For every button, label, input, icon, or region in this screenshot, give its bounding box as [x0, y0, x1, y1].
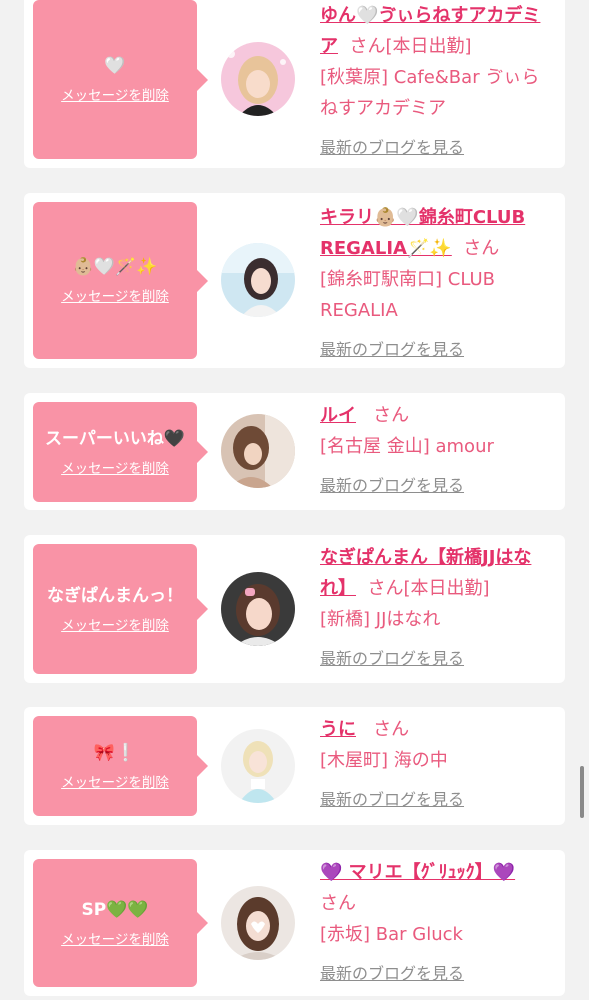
favorite-card: なぎぱんまんっ！ メッセージを削除 なぎぱんまん【新橋JJはなれ】 さん[本日出…: [24, 535, 565, 683]
favorite-info: 💜 マリエ【ｸﾞﾘｭｯｸ】💜 さん [赤坂] Bar Gluck 最新のブログを…: [320, 857, 552, 989]
shop-info: [木屋町] 海の中: [320, 750, 448, 771]
avatar[interactable]: [221, 414, 295, 488]
avatar[interactable]: [221, 886, 295, 960]
scrollbar[interactable]: [580, 766, 584, 818]
latest-blog-link[interactable]: 最新のブログを見る: [320, 339, 464, 361]
honorific: さん: [373, 405, 410, 426]
favorite-info: ゆん🤍ゔぃらねすアカデミア さん[本日出勤] [秋葉原] Cafe&Bar ゔぃ…: [320, 0, 552, 163]
favorite-info: なぎぱんまん【新橋JJはなれ】 さん[本日出勤] [新橋] JJはなれ 最新のブ…: [320, 542, 552, 674]
favorite-card: 🤍 メッセージを削除 ゆん🤍ゔぃらねすアカデミア さん[本日出勤] [秋葉原] …: [24, 0, 565, 168]
latest-blog-link[interactable]: 最新のブログを見る: [320, 475, 464, 497]
message-text: 🤍: [104, 56, 126, 76]
delete-message-link[interactable]: メッセージを削除: [61, 84, 169, 104]
shop-info: [赤坂] Bar Gluck: [320, 924, 463, 945]
message-text: スーパーいいね🖤: [45, 428, 185, 449]
latest-blog-link[interactable]: 最新のブログを見る: [320, 137, 464, 159]
favorite-info: うに さん [木屋町] 海の中 最新のブログを見る: [320, 714, 552, 815]
honorific: さん: [373, 719, 410, 740]
shop-info: [名古屋 金山] amour: [320, 436, 494, 457]
honorific: さん: [463, 238, 500, 259]
avatar[interactable]: [221, 572, 295, 646]
status-text: [本日出勤]: [403, 578, 490, 599]
delete-message-link[interactable]: メッセージを削除: [61, 457, 169, 477]
delete-message-link[interactable]: メッセージを削除: [61, 614, 169, 634]
avatar[interactable]: [221, 42, 295, 116]
delete-message-link[interactable]: メッセージを削除: [61, 928, 169, 948]
favorite-card: SP💚💚 メッセージを削除 💜 マリエ【ｸﾞﾘｭｯｸ】💜 さん [赤坂] Bar…: [24, 850, 565, 996]
honorific: さん: [320, 893, 356, 914]
message-text: SP💚💚: [81, 899, 149, 920]
girl-name-link[interactable]: ルイ: [320, 405, 356, 426]
avatar[interactable]: [221, 729, 295, 803]
favorite-card: 🎀❕ メッセージを削除 うに さん [木屋町] 海の中 最新のブログを見る: [24, 707, 565, 825]
message-bubble: なぎぱんまんっ！ メッセージを削除: [33, 544, 208, 674]
message-text: なぎぱんまんっ！: [47, 585, 183, 606]
avatar[interactable]: [221, 243, 295, 317]
message-bubble: スーパーいいね🖤 メッセージを削除: [33, 402, 208, 502]
message-bubble: SP💚💚 メッセージを削除: [33, 859, 208, 987]
status-text: [本日出勤]: [385, 36, 472, 57]
latest-blog-link[interactable]: 最新のブログを見る: [320, 789, 464, 811]
latest-blog-link[interactable]: 最新のブログを見る: [320, 648, 464, 670]
delete-message-link[interactable]: メッセージを削除: [61, 285, 169, 305]
message-bubble: 🎀❕ メッセージを削除: [33, 716, 208, 816]
favorite-info: キラリ👶🏼🤍錦糸町CLUB REGALIA🪄✨ さん [錦糸町駅南口] CLUB…: [320, 202, 552, 365]
latest-blog-link[interactable]: 最新のブログを見る: [320, 963, 464, 985]
message-text: 👶🏼🤍🪄✨: [72, 257, 158, 277]
shop-info: [新橋] JJはなれ: [320, 609, 441, 630]
girl-name-link[interactable]: うに: [320, 719, 356, 740]
favorite-info: ルイ さん [名古屋 金山] amour 最新のブログを見る: [320, 400, 552, 501]
honorific: さん: [349, 36, 386, 57]
shop-info: [秋葉原] Cafe&Bar ゔぃらねすアカデミア: [320, 67, 540, 119]
girl-name-link[interactable]: 💜 マリエ【ｸﾞﾘｭｯｸ】💜: [320, 862, 515, 883]
honorific: さん: [367, 578, 404, 599]
delete-message-link[interactable]: メッセージを削除: [61, 771, 169, 791]
message-text: 🎀❕: [93, 742, 137, 763]
message-bubble: 🤍 メッセージを削除: [33, 0, 208, 159]
message-bubble: 👶🏼🤍🪄✨ メッセージを削除: [33, 202, 208, 359]
favorite-card: スーパーいいね🖤 メッセージを削除 ルイ さん [名古屋 金山] amour 最…: [24, 393, 565, 510]
shop-info: [錦糸町駅南口] CLUB REGALIA: [320, 269, 495, 321]
favorite-card: 👶🏼🤍🪄✨ メッセージを削除 キラリ👶🏼🤍錦糸町CLUB REGALIA🪄✨ さ…: [24, 193, 565, 368]
